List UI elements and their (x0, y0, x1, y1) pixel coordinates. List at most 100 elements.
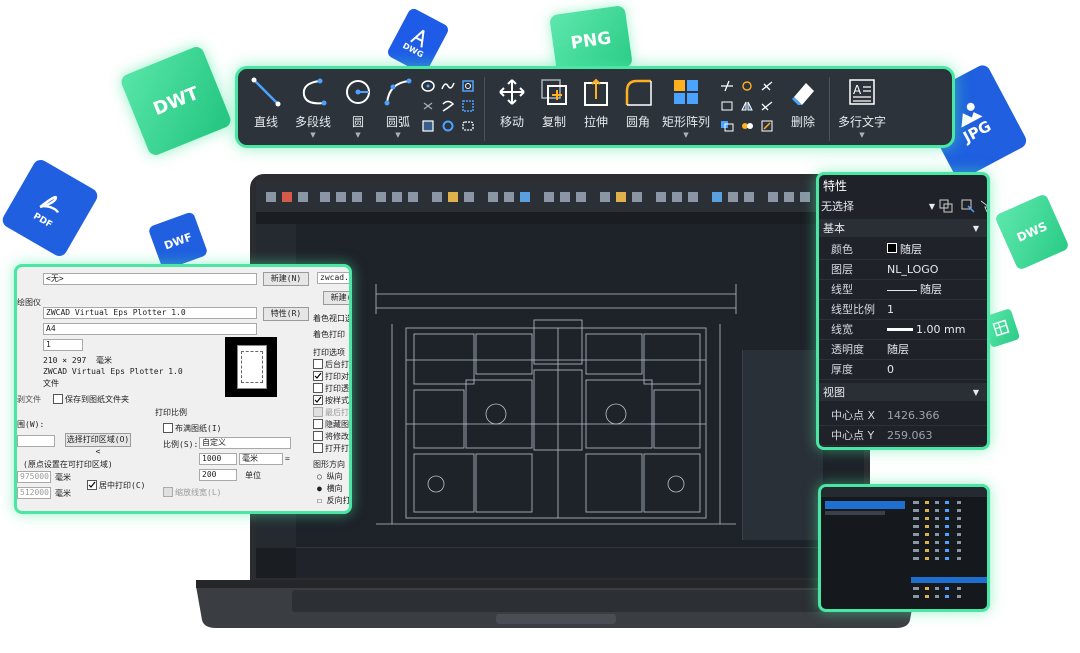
prop-linetype-row[interactable]: 线型 随层 (819, 279, 987, 300)
landscape-radio[interactable]: ● 横向 (317, 483, 343, 494)
circle-tool-button[interactable]: 圆 ▼ (338, 69, 378, 139)
prop-transparency-row[interactable]: 透明度 随层 (819, 339, 987, 360)
plot-styles-checkbox[interactable] (313, 395, 323, 405)
point-icon[interactable] (420, 99, 436, 113)
scale-num-input[interactable]: 1000 (199, 453, 237, 465)
scale-den-input[interactable]: 200 (199, 469, 237, 481)
erase-label: 删除 (790, 115, 815, 129)
scale-icon[interactable] (719, 119, 735, 133)
command-line[interactable] (296, 547, 864, 578)
reverse-label: 反向打印 (326, 496, 351, 505)
paper-size-select[interactable]: A4 (43, 323, 257, 335)
section-view[interactable]: 视图 ▼ (819, 383, 987, 401)
portrait-radio[interactable]: ○ 纵向 (317, 471, 343, 482)
scale-select[interactable]: 自定义 (199, 437, 291, 449)
printer-select[interactable]: ZWCAD Virtual Eps Plotter 1.0 (43, 307, 257, 319)
new-button[interactable]: 新建( (323, 291, 349, 305)
hatch-icon[interactable] (420, 119, 436, 133)
portrait-label: 纵向 (326, 472, 343, 481)
reverse-checkbox[interactable]: ☐ 反向打印 (317, 495, 351, 506)
landscape-label: 横向 (326, 484, 343, 493)
dwg-tab[interactable]: zwcad.c (317, 272, 349, 284)
prop-layer-row[interactable]: 图层 NL_LOGO (819, 259, 987, 280)
small-tools-col3 (460, 69, 476, 133)
wipeout-icon[interactable] (460, 99, 476, 113)
rotate-icon[interactable] (739, 79, 755, 93)
print-transparency-checkbox[interactable] (313, 383, 323, 393)
join-icon[interactable] (739, 119, 755, 133)
center-print-checkbox[interactable] (87, 480, 97, 490)
selection-dropdown[interactable]: 无选择 ▼ (819, 197, 937, 215)
trim-icon[interactable] (719, 79, 735, 93)
section-basic[interactable]: 基本 ▼ (819, 219, 987, 237)
prop-cx-row[interactable]: 中心点 X 1426.366 (819, 405, 987, 426)
paper-value: A4 (46, 324, 56, 333)
break-icon[interactable] (759, 99, 775, 113)
fit-paper-checkbox[interactable] (163, 423, 173, 433)
chevron-down-icon[interactable]: ▼ (395, 131, 400, 139)
erase-tool-button[interactable]: 删除 (783, 69, 823, 130)
chevron-down-icon[interactable]: ▼ (355, 131, 360, 139)
paperspace-last-checkbox[interactable] (313, 407, 323, 417)
save-changes-checkbox[interactable] (313, 431, 323, 441)
fillet-tool-button[interactable]: 圆角 (617, 69, 659, 130)
boundary-icon[interactable] (460, 119, 476, 133)
fillet-label: 圆角 (625, 115, 650, 129)
chevron-down-icon[interactable]: ▼ (683, 131, 688, 139)
toggle-pickadd-icon[interactable] (939, 199, 953, 213)
layer-tree-selected[interactable] (825, 501, 905, 509)
chamfer-icon[interactable] (759, 79, 775, 93)
cad-side-panel (742, 350, 823, 540)
prop-ltscale-row[interactable]: 线型比例 1 (819, 299, 987, 320)
print-objects-checkbox[interactable] (313, 371, 323, 381)
properties-button[interactable]: 特性(R) (263, 307, 309, 321)
offset-x-input[interactable]: 975000 (17, 471, 51, 483)
edit-icon[interactable] (759, 119, 775, 133)
scale-num-value: 1000 (202, 454, 222, 463)
prop-cy-row[interactable]: 中心点 Y 259.063 (819, 425, 987, 446)
line-tool-button[interactable]: 直线 (244, 69, 288, 130)
region-icon[interactable] (460, 79, 476, 93)
paper-size: 210 × 297 毫米 (43, 355, 112, 366)
layer-tree-item[interactable] (825, 511, 885, 515)
prop-cy-key: 中心点 Y (831, 429, 875, 442)
save-to-folder-checkbox[interactable] (53, 394, 63, 404)
scale-unit-select[interactable]: 毫米 (239, 453, 283, 465)
move-tool-button[interactable]: 移动 (491, 69, 533, 130)
hide-objects-checkbox[interactable] (313, 419, 323, 429)
polyline-tool-button[interactable]: 多段线 ▼ (288, 69, 338, 139)
lineweight-sample (887, 328, 913, 331)
area-select[interactable] (17, 435, 55, 447)
ellipse-icon[interactable] (420, 79, 436, 93)
stretch-tool-button[interactable]: 拉伸 (575, 69, 617, 130)
opt5-label: 最后打印 (325, 408, 349, 417)
revcloud-icon[interactable] (440, 99, 456, 113)
quick-select-icon[interactable] (979, 199, 987, 213)
chevron-down-icon: ▼ (972, 223, 979, 233)
select-objects-icon[interactable] (961, 199, 975, 213)
rect-array-tool-button[interactable]: 矩形阵列 ▼ (659, 69, 713, 139)
prop-color-row[interactable]: 颜色 随层 (819, 239, 987, 260)
offset-x-unit: 毫米 (55, 473, 71, 482)
offset-y-input[interactable]: 512000 (17, 487, 51, 499)
new-page-setup-button[interactable]: 新建(N) (263, 272, 309, 286)
donut-icon[interactable] (440, 119, 456, 133)
mtext-tool-button[interactable]: A 多行文字 ▼ (836, 69, 888, 139)
copy-tool-button[interactable]: 复制 (533, 69, 575, 130)
arc-tool-button[interactable]: 圆弧 ▼ (378, 69, 418, 139)
prop-thickness-row[interactable]: 厚度 0 (819, 359, 987, 380)
mirror-icon[interactable] (739, 99, 755, 113)
chevron-down-icon[interactable]: ▼ (310, 131, 315, 139)
background-print-checkbox[interactable] (313, 359, 323, 369)
offset-icon[interactable] (719, 99, 735, 113)
page-setup-select[interactable]: <无> (43, 273, 257, 285)
scale-lineweights-checkbox[interactable] (163, 487, 173, 497)
open-stamp-checkbox[interactable] (313, 443, 323, 453)
spline-icon[interactable] (440, 79, 456, 93)
prop-lineweight-row[interactable]: 线宽 1.00 mm (819, 319, 987, 340)
pdf-file-icon: PDF (0, 157, 101, 259)
layer-list[interactable] (911, 499, 990, 611)
select-area-button[interactable]: 选择打印区域(O)< (65, 433, 131, 456)
chevron-down-icon[interactable]: ▼ (859, 131, 864, 139)
copies-input[interactable]: 1 (43, 339, 83, 351)
